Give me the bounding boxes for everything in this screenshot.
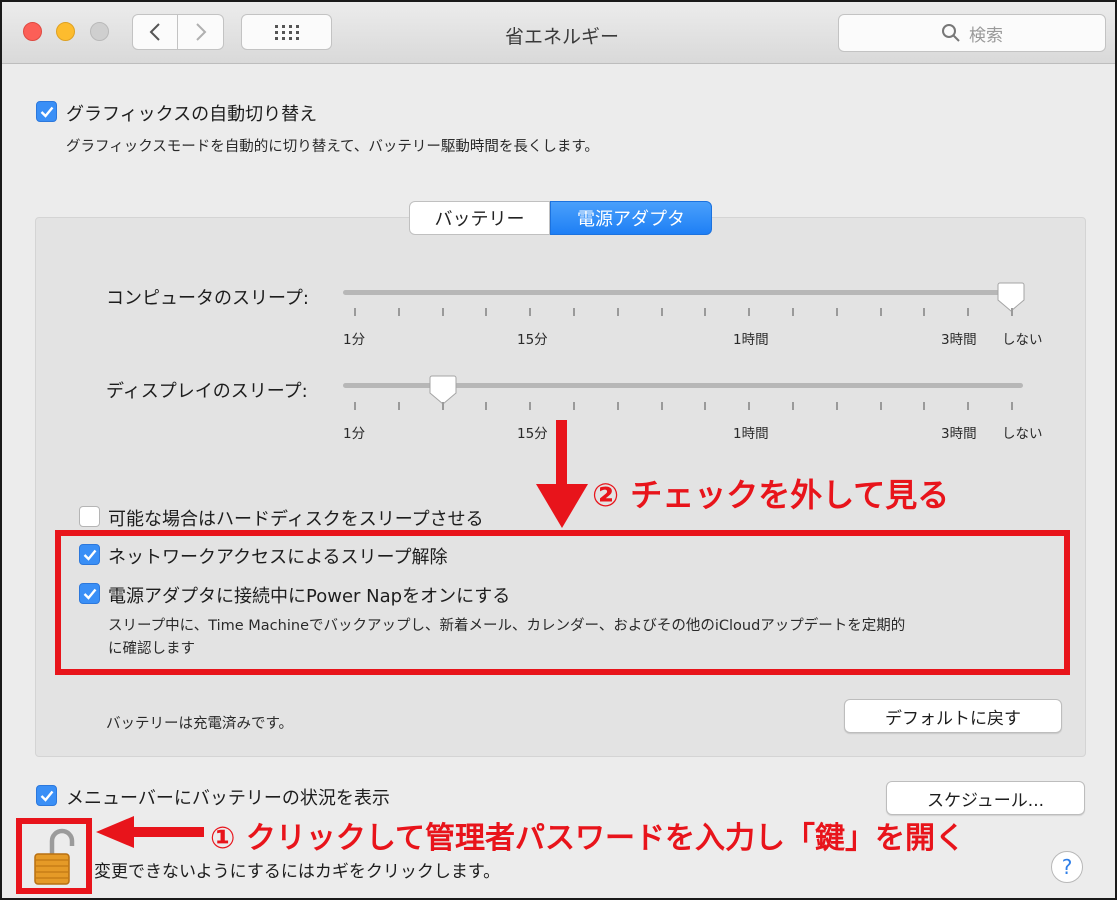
slider-tick [967, 402, 970, 410]
help-button[interactable]: ? [1051, 851, 1083, 883]
computer-sleep-tick-1min: 1分 [343, 332, 366, 348]
search-icon [942, 24, 960, 42]
graphics-switching-checkbox[interactable] [36, 101, 57, 122]
graphics-switching-label: グラフィックスの自動切り替え [66, 104, 318, 125]
computer-sleep-tick-3hours: 3時間 [941, 332, 977, 348]
step2-annotation: ② チェックを外して見る [592, 476, 950, 514]
zoom-window-button[interactable] [90, 22, 109, 41]
slider-tick [616, 308, 619, 316]
checkmark-icon [40, 790, 53, 802]
show-all-button[interactable] [241, 14, 332, 50]
slider-tick [397, 308, 400, 316]
checkmark-icon [40, 106, 53, 118]
grid-icon [274, 25, 299, 40]
disk-sleep-checkbox[interactable] [79, 506, 100, 527]
search-placeholder: 検索 [969, 25, 1003, 46]
slider-tick [1011, 402, 1013, 410]
slider-tick [748, 308, 751, 316]
graphics-switching-description: グラフィックスモードを自動的に切り替えて、バッテリー駆動時間を長くします。 [66, 139, 599, 155]
slider-tick [835, 308, 838, 316]
computer-sleep-label: コンピュータのスリープ: [106, 288, 309, 309]
display-sleep-slider-thumb[interactable] [429, 375, 457, 405]
schedule-button[interactable]: スケジュール... [886, 781, 1085, 815]
slider-tick [354, 402, 356, 410]
slider-tick [748, 402, 751, 410]
down-arrow-annotation [536, 420, 588, 528]
computer-sleep-tick-1hour: 1時間 [733, 332, 769, 348]
back-button[interactable] [132, 14, 178, 50]
computer-sleep-tick-15min: 15分 [517, 332, 548, 348]
slider-tick [529, 402, 532, 410]
title-bar: 省エネルギー 検索 [2, 2, 1115, 64]
display-sleep-tick-never: しない [1002, 426, 1043, 442]
slider-tick [573, 308, 575, 316]
slider-tick [485, 308, 488, 316]
computer-sleep-tick-never: しない [1002, 332, 1043, 348]
restore-defaults-button[interactable]: デフォルトに戻す [844, 699, 1062, 733]
slider-tick [879, 402, 882, 410]
display-sleep-tick-1hour: 1時間 [733, 426, 769, 442]
display-sleep-tick-3hours: 3時間 [941, 426, 977, 442]
slider-tick [792, 402, 794, 410]
slider-tick [923, 402, 926, 410]
step1-annotation: ① クリックして管理者パスワードを入力し「鍵」を開く [210, 821, 965, 856]
computer-sleep-slider[interactable] [343, 290, 1023, 295]
slider-tick [441, 402, 444, 410]
slider-tick [704, 402, 707, 410]
slider-tick [879, 308, 882, 316]
search-field[interactable]: 検索 [838, 14, 1106, 52]
slider-tick [660, 402, 663, 410]
menubar-battery-label: メニューバーにバッテリーの状況を表示 [66, 788, 390, 809]
preferences-window: 省エネルギー 検索 グラフィックスの自動切り替え グラフィックスモードを自動的に… [0, 0, 1117, 900]
slider-tick [485, 402, 488, 410]
chevron-right-icon [195, 23, 206, 41]
close-window-button[interactable] [23, 22, 42, 41]
menubar-battery-checkbox[interactable] [36, 785, 57, 806]
slider-tick [1011, 308, 1013, 316]
battery-status-text: バッテリーは充電済みです。 [106, 716, 294, 732]
slider-tick [835, 402, 838, 410]
tab-battery[interactable]: バッテリー [409, 201, 550, 235]
window-title: 省エネルギー [504, 26, 619, 48]
slider-tick [792, 308, 794, 316]
slider-tick [967, 308, 970, 316]
chevron-left-icon [149, 23, 160, 41]
display-sleep-tick-1min: 1分 [343, 426, 366, 442]
disk-sleep-label: 可能な場合はハードディスクをスリープさせる [108, 509, 484, 530]
lock-instruction-text: 変更できないようにするにはカギをクリックします。 [94, 862, 501, 882]
display-sleep-label: ディスプレイのスリープ: [106, 381, 308, 402]
highlight-box [55, 530, 1070, 675]
tab-power-adapter[interactable]: 電源アダプタ [550, 201, 712, 235]
slider-tick [660, 308, 663, 316]
forward-button[interactable] [178, 14, 224, 50]
minimize-window-button[interactable] [56, 22, 75, 41]
slider-tick [441, 308, 444, 316]
slider-tick [529, 308, 532, 316]
slider-tick [573, 402, 575, 410]
left-arrow-annotation [96, 816, 204, 848]
slider-tick [704, 308, 707, 316]
lock-icon[interactable] [32, 828, 76, 886]
slider-tick [354, 308, 356, 316]
slider-tick [923, 308, 926, 316]
slider-tick [616, 402, 619, 410]
slider-tick [397, 402, 400, 410]
